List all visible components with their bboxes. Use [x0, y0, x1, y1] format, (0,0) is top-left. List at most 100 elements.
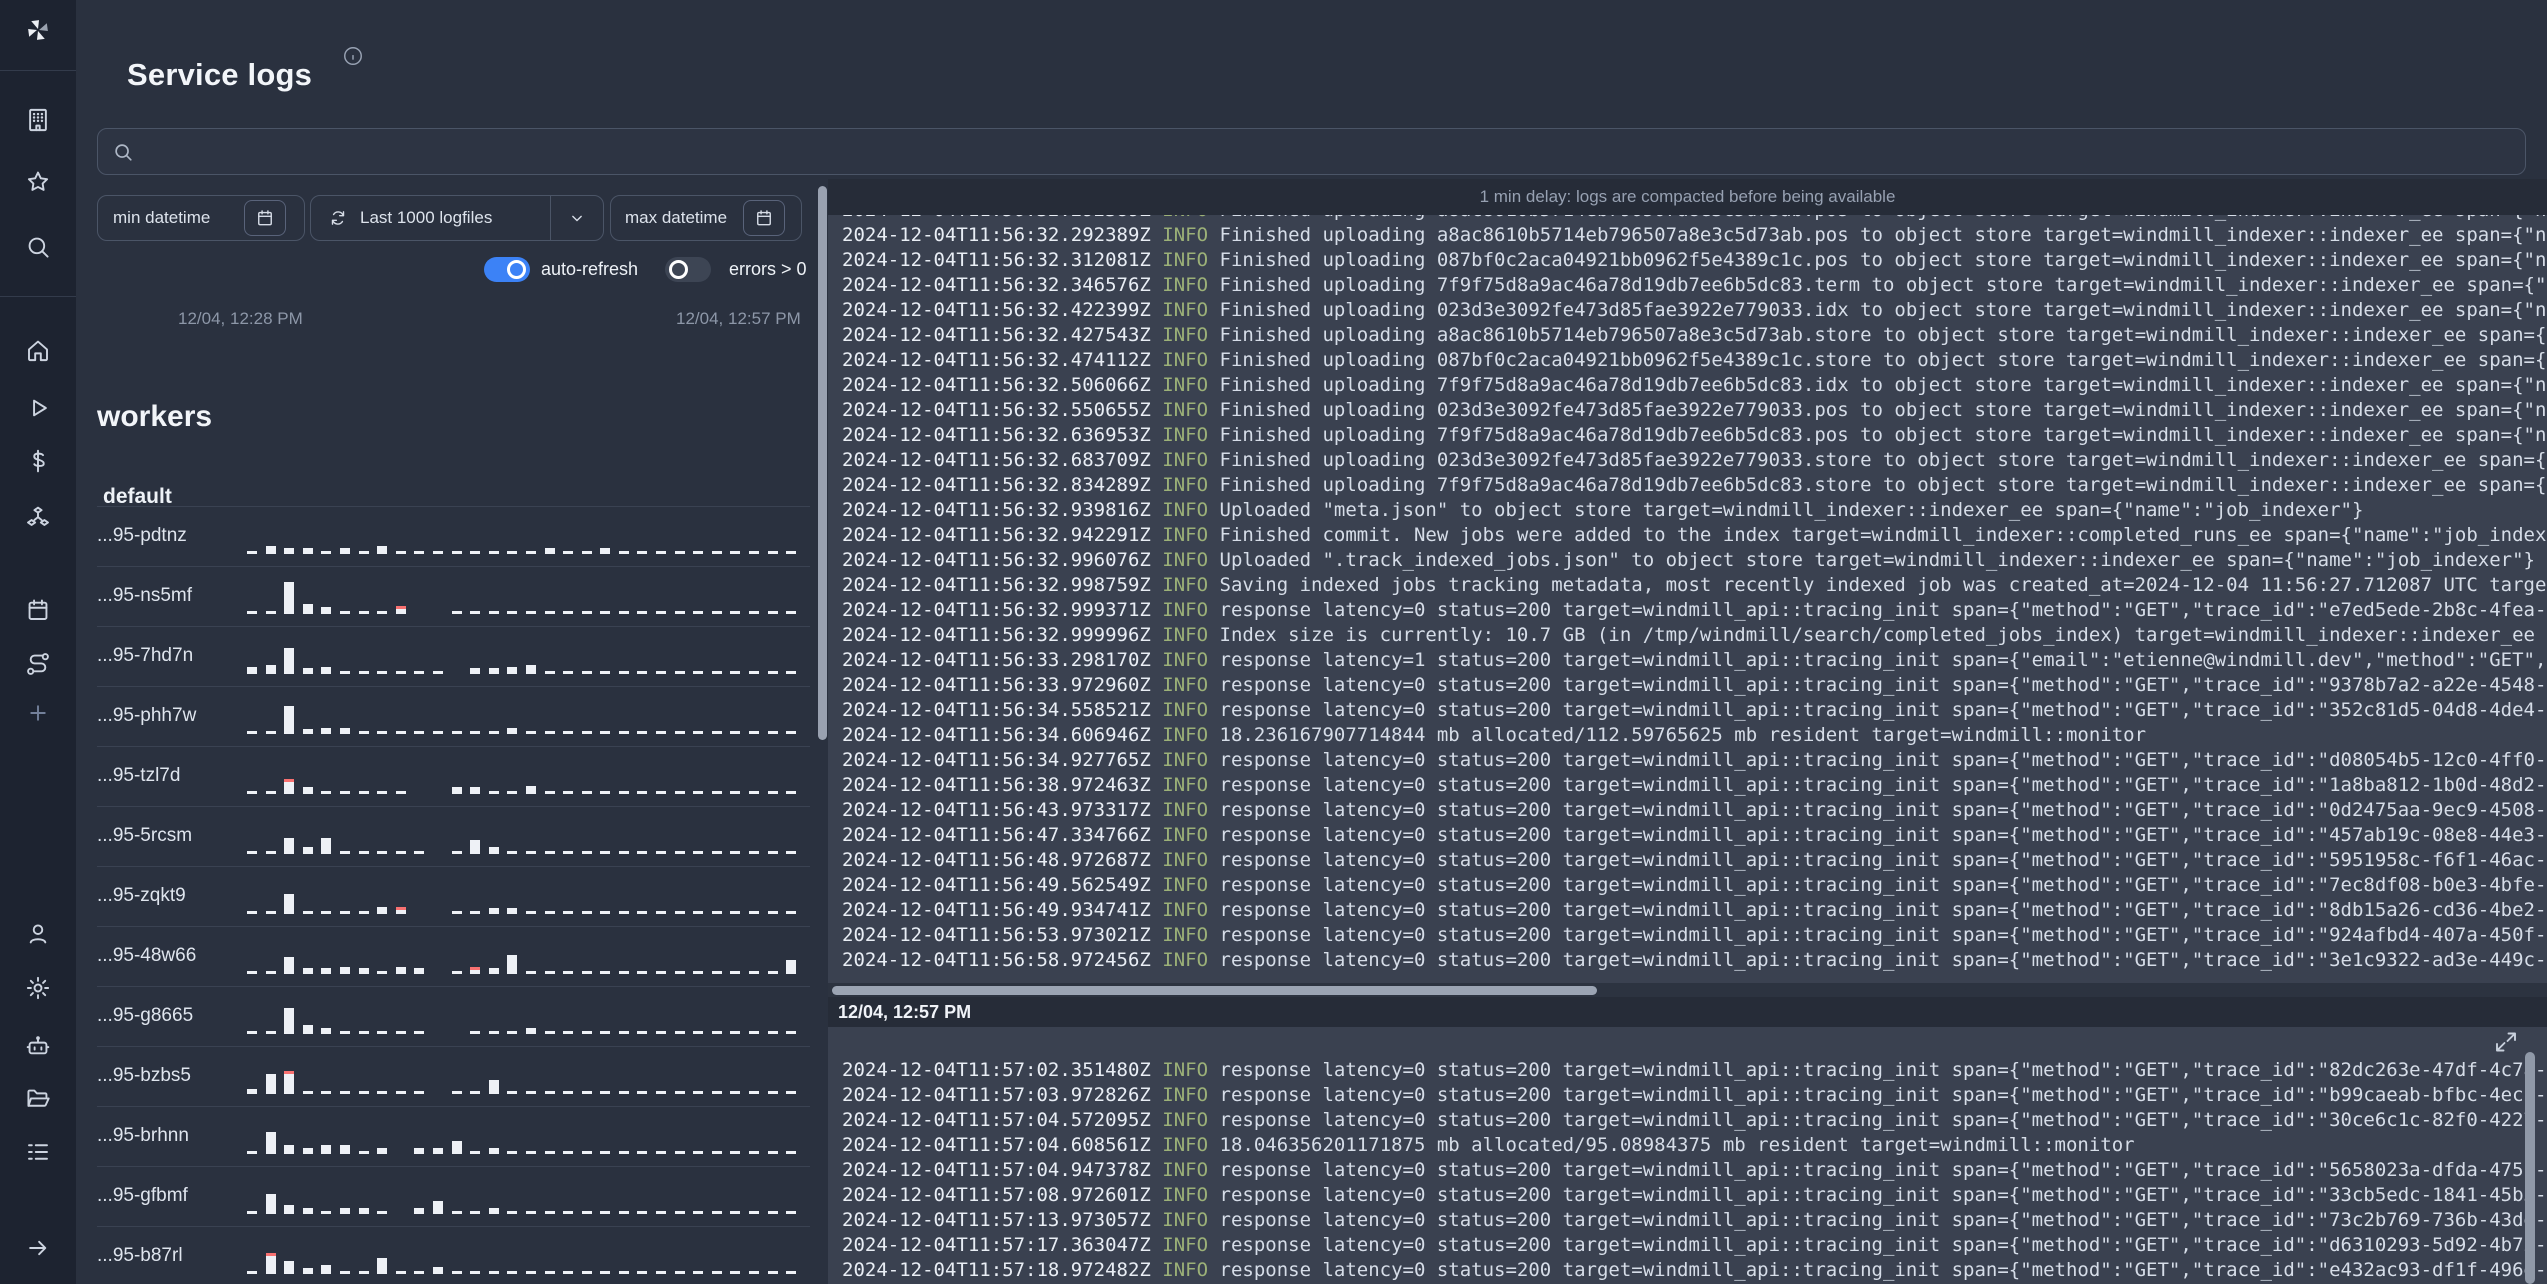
sparkline-bar: [618, 851, 629, 854]
sparkline-bar: [339, 728, 350, 734]
sparkline-bar: [711, 911, 722, 914]
sparkline-bar: [544, 911, 555, 914]
worker-row[interactable]: ...95-tzl7d: [97, 746, 810, 806]
worker-row[interactable]: ...95-5rcsm: [97, 806, 810, 866]
sparkline-bar: [637, 971, 648, 974]
sparkline-bar: [321, 838, 332, 854]
sparkline-bar: [767, 971, 778, 974]
sparkline-bar: [767, 1151, 778, 1154]
sparkline-bar: [581, 851, 592, 854]
sparkline-bar: [525, 971, 536, 974]
sparkline-bar: [581, 1091, 592, 1094]
sparkline-bar: [656, 851, 667, 854]
sparkline-bar: [339, 1271, 350, 1274]
sparkline-bar: [321, 1265, 332, 1274]
sparkline-bar: [618, 791, 629, 794]
worker-activity-sparkline: [247, 878, 797, 914]
row-divider: [97, 506, 810, 507]
sparkline-bar: [284, 706, 295, 734]
sparkline-bar: [563, 791, 574, 794]
sparkline-bar: [507, 1211, 518, 1214]
sparkline-bar: [302, 847, 313, 854]
sparkline-bar: [581, 971, 592, 974]
sparkline-bar: [730, 851, 741, 854]
worker-row[interactable]: ...95-ns5mf: [97, 566, 810, 626]
sparkline-bar: [656, 971, 667, 974]
worker-row[interactable]: ...95-bzbs5: [97, 1046, 810, 1106]
worker-row[interactable]: ...95-b87rl: [97, 1226, 810, 1284]
sparkline-bar: [600, 671, 611, 674]
log-line: 2024-12-04T11:57:17.363047Z INFO respons…: [842, 1234, 2547, 1256]
log-line: 2024-12-04T11:57:04.608561Z INFO 18.0463…: [842, 1134, 2135, 1156]
sparkline-bar: [581, 1151, 592, 1154]
worker-row[interactable]: ...95-48w66: [97, 926, 810, 986]
sparkline-bar: [544, 1031, 555, 1034]
worker-row[interactable]: ...95-7hd7n: [97, 626, 810, 686]
log-viewer-upper[interactable]: 2024-12-04T11:56:32.292389Z INFO Finishe…: [828, 215, 2547, 983]
sparkline-bar: [377, 546, 388, 554]
sparkline-bar: [284, 582, 295, 614]
worker-row[interactable]: ...95-zqkt9: [97, 866, 810, 926]
sparkline-bar: [470, 731, 481, 734]
expand-icon[interactable]: [2492, 1028, 2520, 1056]
sparkline-bar: [451, 611, 462, 614]
delay-notice-text: 1 min delay: logs are compacted before b…: [1479, 187, 1896, 206]
sparkline-bar: [284, 1205, 295, 1214]
sparkline-bar: [265, 1031, 276, 1034]
sparkline-bar: [284, 894, 295, 914]
sparkline-bar: [618, 551, 629, 554]
sparkline-bar: [377, 1091, 388, 1094]
sparkline-bar: [432, 1201, 443, 1214]
log-horizontal-scrollbar[interactable]: [832, 986, 1597, 995]
log-line: 2024-12-04T11:56:33.298170Z INFO respons…: [842, 649, 2547, 671]
sparkline-bar: [674, 1031, 685, 1034]
sparkline-bar: [618, 1271, 629, 1274]
sparkline-bar: [581, 1271, 592, 1274]
worker-list-scrollbar[interactable]: [818, 186, 827, 740]
sparkline-bar: [786, 791, 797, 794]
log-line: 2024-12-04T11:57:08.972601Z INFO respons…: [842, 1184, 2547, 1206]
sparkline-bar: [637, 1091, 648, 1094]
sparkline-bar: [284, 1008, 295, 1034]
worker-row[interactable]: ...95-gfbmf: [97, 1166, 810, 1226]
sparkline-bar: [749, 551, 760, 554]
worker-row[interactable]: ...95-phh7w: [97, 686, 810, 746]
sparkline-bar: [767, 671, 778, 674]
sparkline-bar: [637, 671, 648, 674]
sparkline-bar: [749, 1271, 760, 1274]
sparkline-bar: [711, 1151, 722, 1154]
sparkline-bar: [247, 611, 257, 614]
sparkline-bar: [395, 1031, 406, 1034]
sparkline-bar: [470, 1211, 481, 1214]
sparkline-bar: [284, 1145, 295, 1154]
sparkline-bar: [730, 1091, 741, 1094]
log-line: 2024-12-04T11:56:53.973021Z INFO respons…: [842, 924, 2547, 946]
sparkline-bar: [321, 607, 332, 614]
log-viewer-lower[interactable]: 2024-12-04T11:57:02.351480Z INFO respons…: [828, 1027, 2547, 1284]
sparkline-bar: [749, 1031, 760, 1034]
worker-name: ...95-g8665: [97, 1005, 194, 1026]
worker-row[interactable]: ...95-g8665: [97, 986, 810, 1046]
sparkline-bar: [563, 971, 574, 974]
sparkline-bar: [693, 671, 704, 674]
sparkline-bar: [767, 1031, 778, 1034]
sparkline-bar: [470, 1031, 481, 1034]
sparkline-bar: [749, 611, 760, 614]
worker-row[interactable]: ...95-pdtnz: [97, 506, 810, 566]
sparkline-bar: [674, 611, 685, 614]
sparkline-bar: [563, 731, 574, 734]
sparkline-bar: [786, 851, 797, 854]
sparkline-bar: [414, 1031, 425, 1034]
worker-row[interactable]: ...95-brhnn: [97, 1106, 810, 1166]
sparkline-bar: [377, 1031, 388, 1034]
sparkline-bar: [600, 1151, 611, 1154]
sparkline-bar: [470, 1151, 481, 1154]
sparkline-bar: [247, 851, 257, 854]
sparkline-bar: [693, 1271, 704, 1274]
log-vertical-scrollbar[interactable]: [2525, 1052, 2535, 1284]
sparkline-bar: [247, 971, 257, 974]
sparkline-bar: [339, 851, 350, 854]
worker-activity-sparkline: [247, 1118, 797, 1154]
sparkline-bar: [525, 1028, 536, 1034]
sparkline-bar: [525, 1091, 536, 1094]
